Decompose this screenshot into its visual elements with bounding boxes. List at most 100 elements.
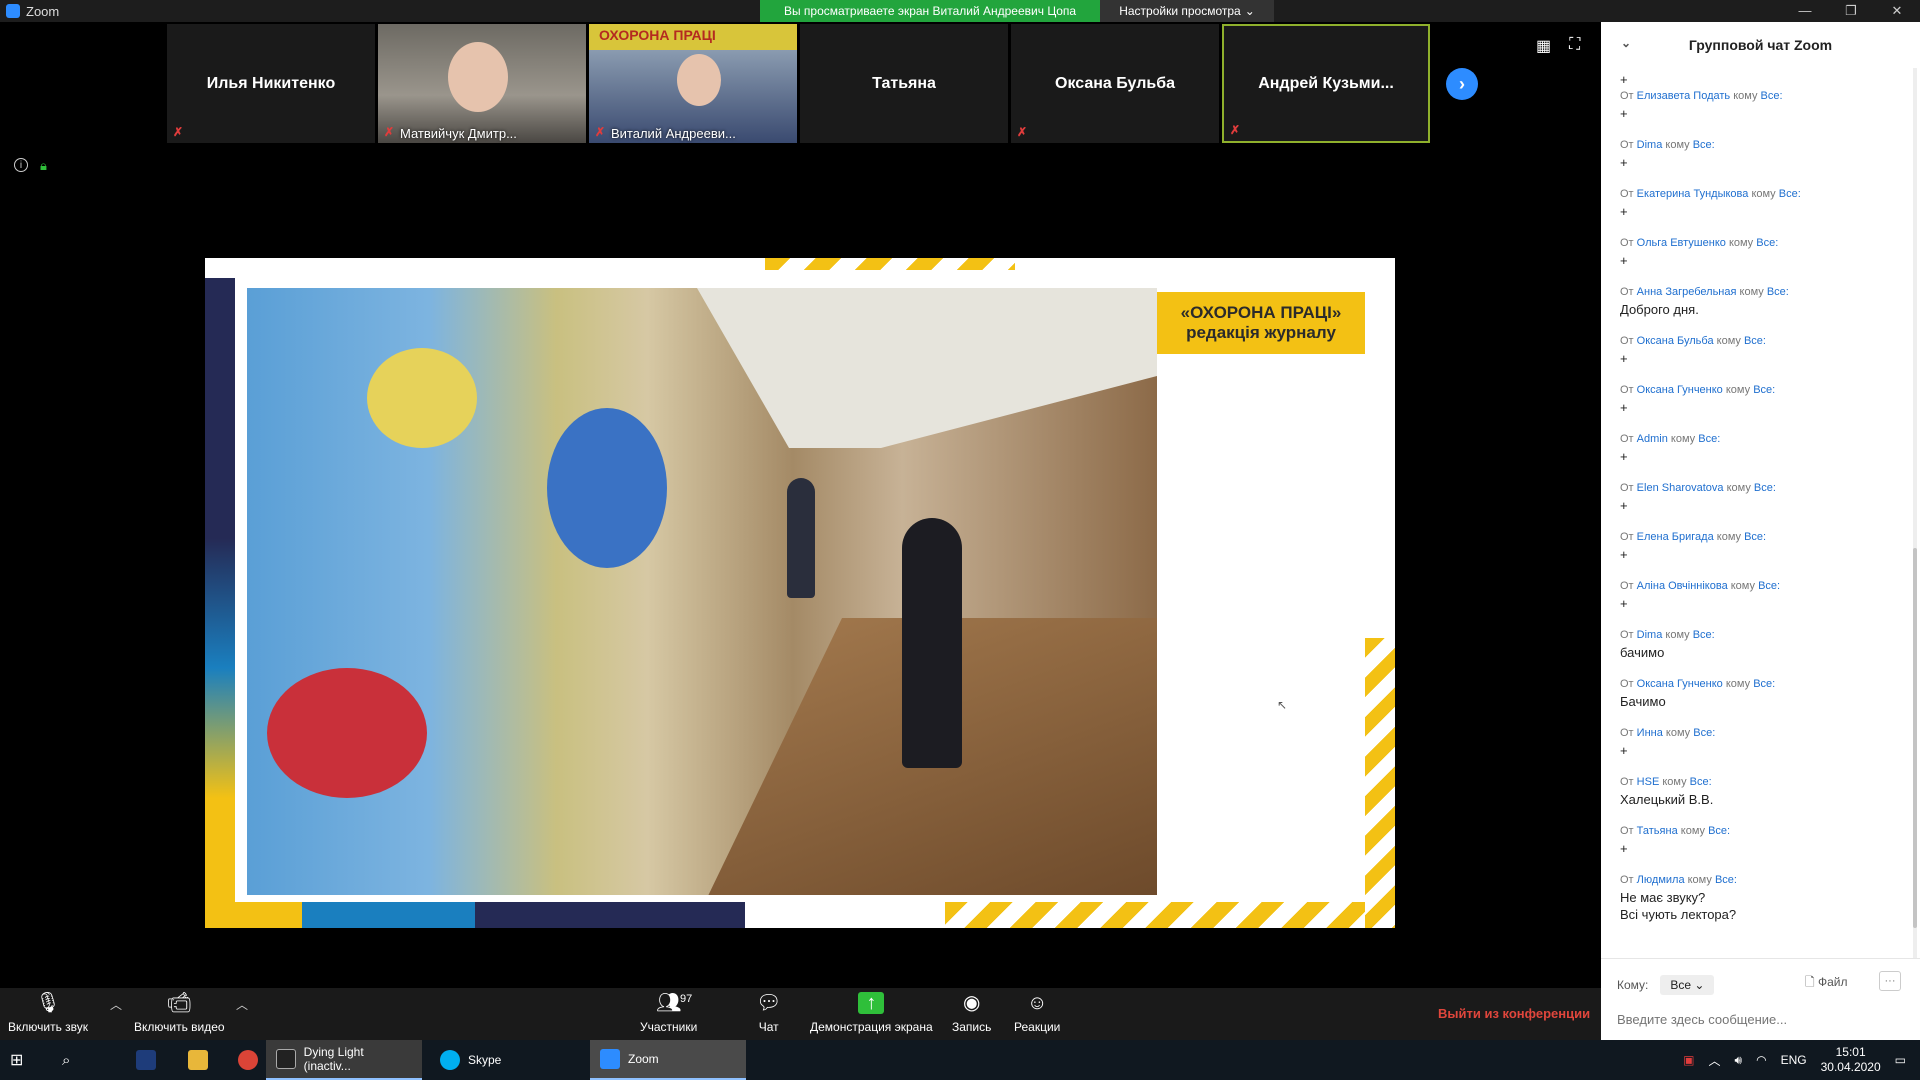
recipient-name[interactable]: Все: [1715,874,1737,886]
share-screen-button[interactable]: ↑ Демонстрация экрана [810,992,933,1034]
sender-name[interactable]: Инна [1637,727,1663,739]
unmute-button[interactable]: 🎙︎ Включить звук [8,992,88,1034]
taskbar-chrome[interactable] [228,1040,268,1080]
participant-tile[interactable]: Илья Никитенко ✗ [167,24,375,143]
pdf-icon[interactable]: ▣ [1683,1053,1694,1067]
recipient-name[interactable]: Все: [1779,188,1801,200]
sender-name[interactable]: HSE [1637,776,1660,788]
sender-name[interactable]: Аліна Овчіннікова [1637,580,1728,592]
chat-scrollbar[interactable] [1913,68,1917,958]
record-icon: ◉ [962,992,981,1014]
recipient-name[interactable]: Все: [1753,384,1775,396]
chevron-down-icon[interactable]: ⌄ [1621,36,1631,50]
recipient-name[interactable]: Все: [1767,286,1789,298]
sender-name[interactable]: Людмила [1637,874,1685,886]
more-options-icon[interactable]: ··· [1879,971,1901,991]
lock-icon[interactable]: 🔒︎ [40,158,47,174]
folder-icon [188,1050,208,1070]
recipient-name[interactable]: Все: [1756,237,1778,249]
chevron-up-icon[interactable]: ︿ [1709,1052,1721,1069]
recipient-name[interactable]: Все: [1708,825,1730,837]
chat-message-text: + [1620,449,1628,464]
sender-name[interactable]: Dima [1637,629,1663,641]
file-button[interactable]: 🗋︎ Файл [1805,973,1848,994]
sender-name[interactable]: Елизавета Подать [1637,90,1730,102]
chat-message-text: + [1620,106,1628,121]
sender-name[interactable]: Admin [1637,433,1668,445]
recipient-name[interactable]: Все: [1758,580,1780,592]
fullscreen-icon[interactable]: ⛶ [1569,36,1580,56]
sender-name[interactable]: Dima [1637,139,1663,151]
participant-strip: Илья Никитенко ✗ ✗ Матвийчук Дмитр... ОХ… [167,24,1430,143]
chat-message-input[interactable] [1617,1009,1907,1029]
recipient-name[interactable]: Все: [1753,678,1775,690]
scrollbar-thumb[interactable] [1913,548,1917,928]
sender-name[interactable]: Оксана Гунченко [1637,678,1723,690]
wifi-icon[interactable]: ◠ [1756,1053,1766,1067]
title-bar: Zoom Вы просматриваете экран Виталий Анд… [0,0,1920,22]
chat-message-meta: От Елизавета Подать кому Все: [1620,90,1906,102]
from-word: От [1620,629,1634,641]
sender-name[interactable]: Оксана Гунченко [1637,384,1723,396]
start-video-label: Включить видео [134,1020,225,1034]
participants-button[interactable]: 👥︎ 97 Участники [640,992,697,1034]
recipient-name[interactable]: Все: [1690,776,1712,788]
view-options-button[interactable]: Настройки просмотра ⌄ [1100,0,1274,22]
sender-name[interactable]: Елена Бригада [1637,531,1714,543]
recipient-name[interactable]: Все: [1761,90,1783,102]
audio-options-caret-icon[interactable]: ︿ [110,996,122,1013]
taskbar-app-label: Zoom [628,1052,659,1066]
recipient-name[interactable]: Все: [1693,139,1715,151]
chat-message-meta: От Dima кому Все: [1620,139,1906,151]
sender-name[interactable]: Татьяна [1637,825,1678,837]
start-button[interactable]: ⊞ [0,1040,33,1080]
taskbar-app-skype[interactable]: Skype [430,1040,586,1080]
participant-video-tile[interactable]: ✗ Матвийчук Дмитр... [378,24,586,143]
language-indicator[interactable]: ENG [1781,1053,1807,1067]
sender-name[interactable]: Elen Sharovatova [1637,482,1724,494]
recipient-name[interactable]: Все: [1693,629,1715,641]
participant-tile[interactable]: Оксана Бульба ✗ [1011,24,1219,143]
participant-tile[interactable]: Татьяна [800,24,1008,143]
chat-message-meta: От Оксана Гунченко кому Все: [1620,678,1906,690]
recipient-name[interactable]: Все: [1754,482,1776,494]
volume-icon[interactable]: 🔊︎ [1735,1053,1743,1068]
sender-name[interactable]: Анна Загребельная [1637,286,1737,298]
recipient-name[interactable]: Все: [1698,433,1720,445]
notifications-icon[interactable]: ▭ [1895,1053,1906,1067]
restore-icon[interactable]: ❐ [1828,0,1874,22]
record-button[interactable]: ◉ Запись [952,992,991,1034]
taskbar-app-zoom[interactable]: Zoom [590,1040,746,1080]
taskbar-app-dying-light[interactable]: Dying Light (inactiv... [266,1040,422,1080]
taskbar-app-blue[interactable] [126,1040,166,1080]
chat-message-list[interactable]: + От Елизавета Подать кому Все: + От Dima … [1601,68,1906,958]
windows-taskbar: ⊞ ⌕ Dying Light (inactiv... Skype Zoom ▣… [0,1040,1920,1080]
participant-video-tile[interactable]: ОХОРОНА ПРАЦІ ✗ Виталий Андрееви... [589,24,797,143]
muted-mic-icon: ✗ [173,125,184,139]
participant-tile-active-speaker[interactable]: Андрей Кузьми... ✗ [1222,24,1430,143]
chat-button[interactable]: 💬︎ Чат [756,992,781,1034]
reactions-button[interactable]: ☺ Реакции [1014,992,1060,1034]
start-video-button[interactable]: 📹︎ Включить видео [134,992,225,1034]
search-button[interactable]: ⌕ [52,1040,80,1080]
layout-icon[interactable]: ▦ [1536,36,1551,56]
sender-name[interactable]: Ольга Евтушенко [1637,237,1726,249]
chat-message-meta: От Dima кому Все: [1620,629,1906,641]
chat-message-text: + [1620,596,1628,611]
chat-message-text: + [1620,72,1628,87]
recipient-name[interactable]: Все: [1693,727,1715,739]
minimize-icon[interactable]: — [1782,0,1828,22]
sender-name[interactable]: Екатерина Тундыкова [1637,188,1749,200]
clock[interactable]: 15:01 30.04.2020 [1821,1045,1881,1075]
info-icon[interactable]: i [14,158,28,172]
close-icon[interactable]: ✕ [1874,0,1920,22]
recipient-select[interactable]: Все ⌄ [1660,975,1715,995]
recipient-name[interactable]: Все: [1744,531,1766,543]
next-page-arrow-icon[interactable]: › [1446,68,1478,100]
leave-meeting-button[interactable]: Выйти из конференции [1438,1006,1590,1021]
video-options-caret-icon[interactable]: ︿ [236,996,248,1013]
recipient-name[interactable]: Все: [1744,335,1766,347]
sender-name[interactable]: Оксана Бульба [1637,335,1714,347]
taskbar-file-explorer[interactable] [178,1040,218,1080]
search-icon: ⌕ [62,1051,71,1069]
